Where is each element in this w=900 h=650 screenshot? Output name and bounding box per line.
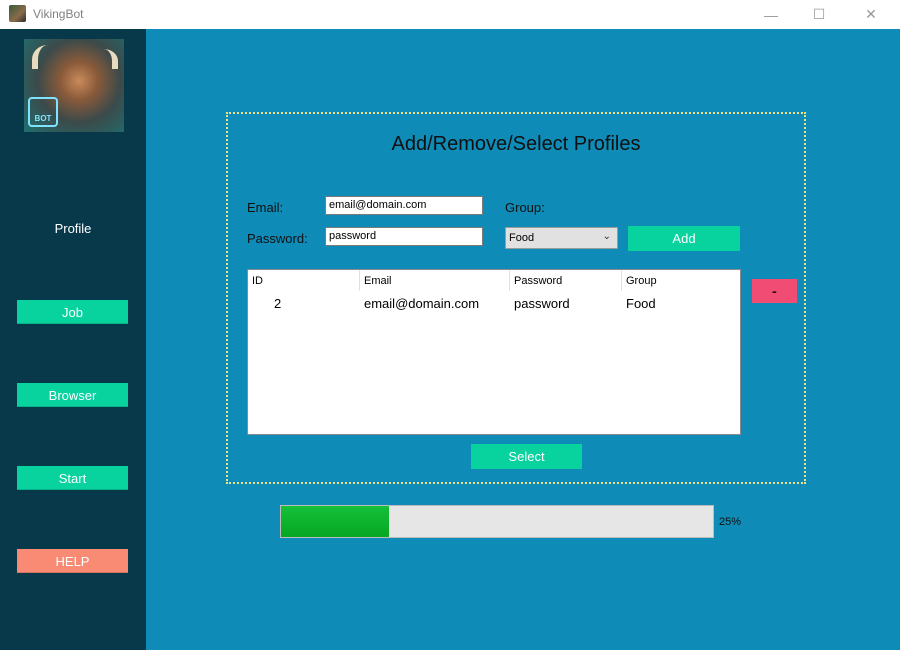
- horn-left: [32, 45, 58, 69]
- horn-right: [94, 49, 118, 69]
- group-label: Group:: [505, 200, 545, 215]
- progress-fill: [281, 506, 389, 537]
- start-button[interactable]: Start: [17, 466, 128, 490]
- row-id[interactable]: 2: [274, 296, 281, 311]
- window-title: VikingBot: [33, 7, 84, 21]
- job-button[interactable]: Job: [17, 300, 128, 324]
- page-title: Add/Remove/Select Profiles: [391, 133, 641, 155]
- group-select[interactable]: Food ⌄: [505, 227, 618, 249]
- remove-button[interactable]: -: [752, 279, 797, 303]
- profile-label: Profile: [54, 221, 92, 236]
- minimize-button[interactable]: —: [748, 0, 794, 29]
- chevron-down-icon: ⌄: [602, 231, 611, 242]
- title-bar: VikingBot — ☐ ✕: [0, 0, 900, 29]
- column-header-group[interactable]: Group: [622, 270, 740, 291]
- browser-button[interactable]: Browser: [17, 383, 128, 407]
- maximize-button[interactable]: ☐: [796, 0, 842, 29]
- row-group[interactable]: Food: [626, 296, 656, 311]
- column-header-email[interactable]: Email: [360, 270, 510, 291]
- group-selected-value: Food: [509, 232, 535, 244]
- password-label: Password:: [247, 231, 308, 246]
- viking-logo: BOT: [24, 39, 124, 132]
- help-button[interactable]: HELP: [17, 549, 128, 573]
- close-button[interactable]: ✕: [848, 0, 894, 29]
- column-header-password[interactable]: Password: [510, 270, 622, 291]
- row-email[interactable]: email@domain.com: [364, 296, 479, 311]
- profiles-table[interactable]: ID Email Password Group 2 email@domain.c…: [247, 269, 741, 435]
- email-label: Email:: [247, 200, 284, 215]
- password-field[interactable]: password: [325, 227, 483, 246]
- column-header-id[interactable]: ID: [248, 270, 360, 291]
- progress-percent: 25%: [719, 516, 742, 528]
- email-field[interactable]: email@domain.com: [325, 196, 483, 215]
- bot-icon: BOT: [28, 97, 58, 127]
- app-icon: [9, 5, 26, 22]
- progress-bar: [280, 505, 714, 538]
- select-button[interactable]: Select: [471, 444, 582, 469]
- row-password[interactable]: password: [514, 296, 570, 311]
- add-button[interactable]: Add: [628, 226, 740, 251]
